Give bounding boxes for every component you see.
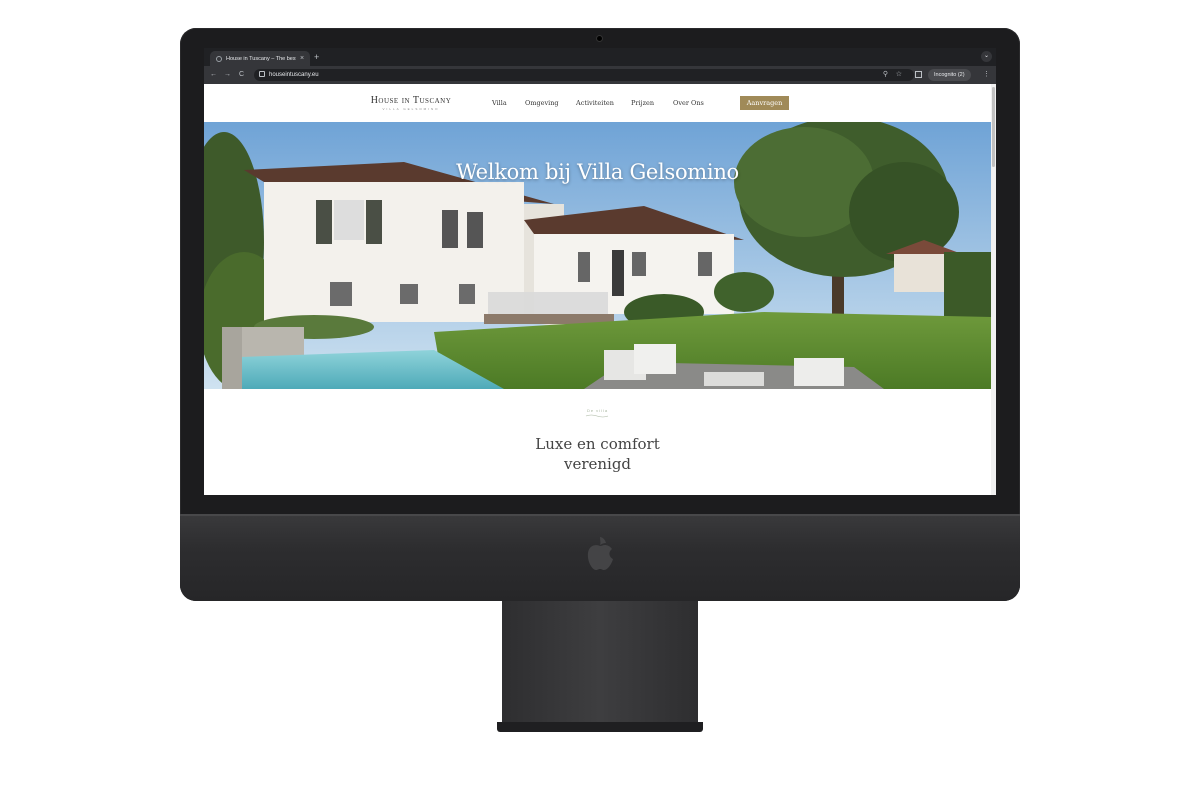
- bookmark-star-icon[interactable]: ☆: [896, 69, 902, 81]
- nav-omgeving[interactable]: Omgeving: [525, 99, 559, 107]
- page-viewport: House in Tuscany VILLA GELSOMINO Villa O…: [204, 84, 996, 495]
- incognito-badge[interactable]: Incognito (2): [928, 69, 971, 81]
- browser-toolbar: ← → C houseintuscany.eu ⚲ ☆ Incognito (2…: [204, 66, 996, 84]
- close-tab-icon[interactable]: ×: [300, 55, 304, 62]
- nav-over-ons[interactable]: Over Ons: [673, 99, 704, 107]
- imac-stand-foot: [497, 722, 703, 732]
- hero-title: Welkom bij Villa Gelsomino: [456, 160, 739, 184]
- browser-tab[interactable]: House in Tuscany – The best ×: [210, 51, 310, 66]
- nav-prijzen[interactable]: Prijzen: [631, 99, 654, 107]
- url-text[interactable]: houseintuscany.eu: [269, 70, 319, 80]
- favicon-icon: [216, 55, 222, 62]
- browser-window: House in Tuscany – The best × + ⌄ ← → C …: [204, 48, 996, 495]
- site-info-icon[interactable]: [259, 71, 265, 77]
- nav-villa[interactable]: Villa: [492, 99, 507, 107]
- side-panel-icon[interactable]: [915, 71, 922, 78]
- camera: [597, 36, 602, 41]
- intro-heading-line1: Luxe en comfort: [535, 435, 660, 453]
- logo-subtext: VILLA GELSOMINO: [382, 107, 440, 111]
- nav-activiteiten[interactable]: Activiteiten: [576, 99, 614, 107]
- tab-title: House in Tuscany – The best: [226, 55, 296, 62]
- forward-icon[interactable]: →: [224, 70, 231, 80]
- imac-frame: House in Tuscany – The best × + ⌄ ← → C …: [180, 28, 1020, 601]
- browser-menu-icon[interactable]: ⋮: [983, 70, 990, 80]
- new-tab-button[interactable]: +: [314, 52, 319, 62]
- imac-stand: [502, 601, 698, 725]
- intro-eyebrow: De villa: [586, 408, 609, 413]
- reload-icon[interactable]: C: [239, 70, 244, 80]
- hero-banner: Welkom bij Villa Gelsomino: [204, 122, 991, 389]
- intro-heading-line2: verenigd: [563, 455, 632, 473]
- tab-bar: House in Tuscany – The best × + ⌄: [204, 48, 996, 66]
- back-icon[interactable]: ←: [210, 70, 217, 80]
- page-scrollbar[interactable]: [991, 84, 996, 495]
- scroll-thumb[interactable]: [992, 87, 995, 167]
- tab-search-icon[interactable]: ⌄: [981, 51, 992, 62]
- logo-text: House in Tuscany: [370, 95, 452, 106]
- intro-heading: Luxe en comfort verenigd: [204, 434, 991, 474]
- apple-logo-icon: [587, 537, 613, 570]
- aanvragen-button[interactable]: Aanvragen: [740, 96, 789, 110]
- address-bar[interactable]: houseintuscany.eu ⚲ ☆: [254, 69, 914, 81]
- zoom-icon[interactable]: ⚲: [883, 69, 888, 81]
- site-header: House in Tuscany VILLA GELSOMINO Villa O…: [204, 84, 991, 122]
- ornament-icon: [585, 414, 609, 418]
- site-logo[interactable]: House in Tuscany VILLA GELSOMINO: [367, 95, 455, 111]
- chin-divider: [180, 514, 1020, 516]
